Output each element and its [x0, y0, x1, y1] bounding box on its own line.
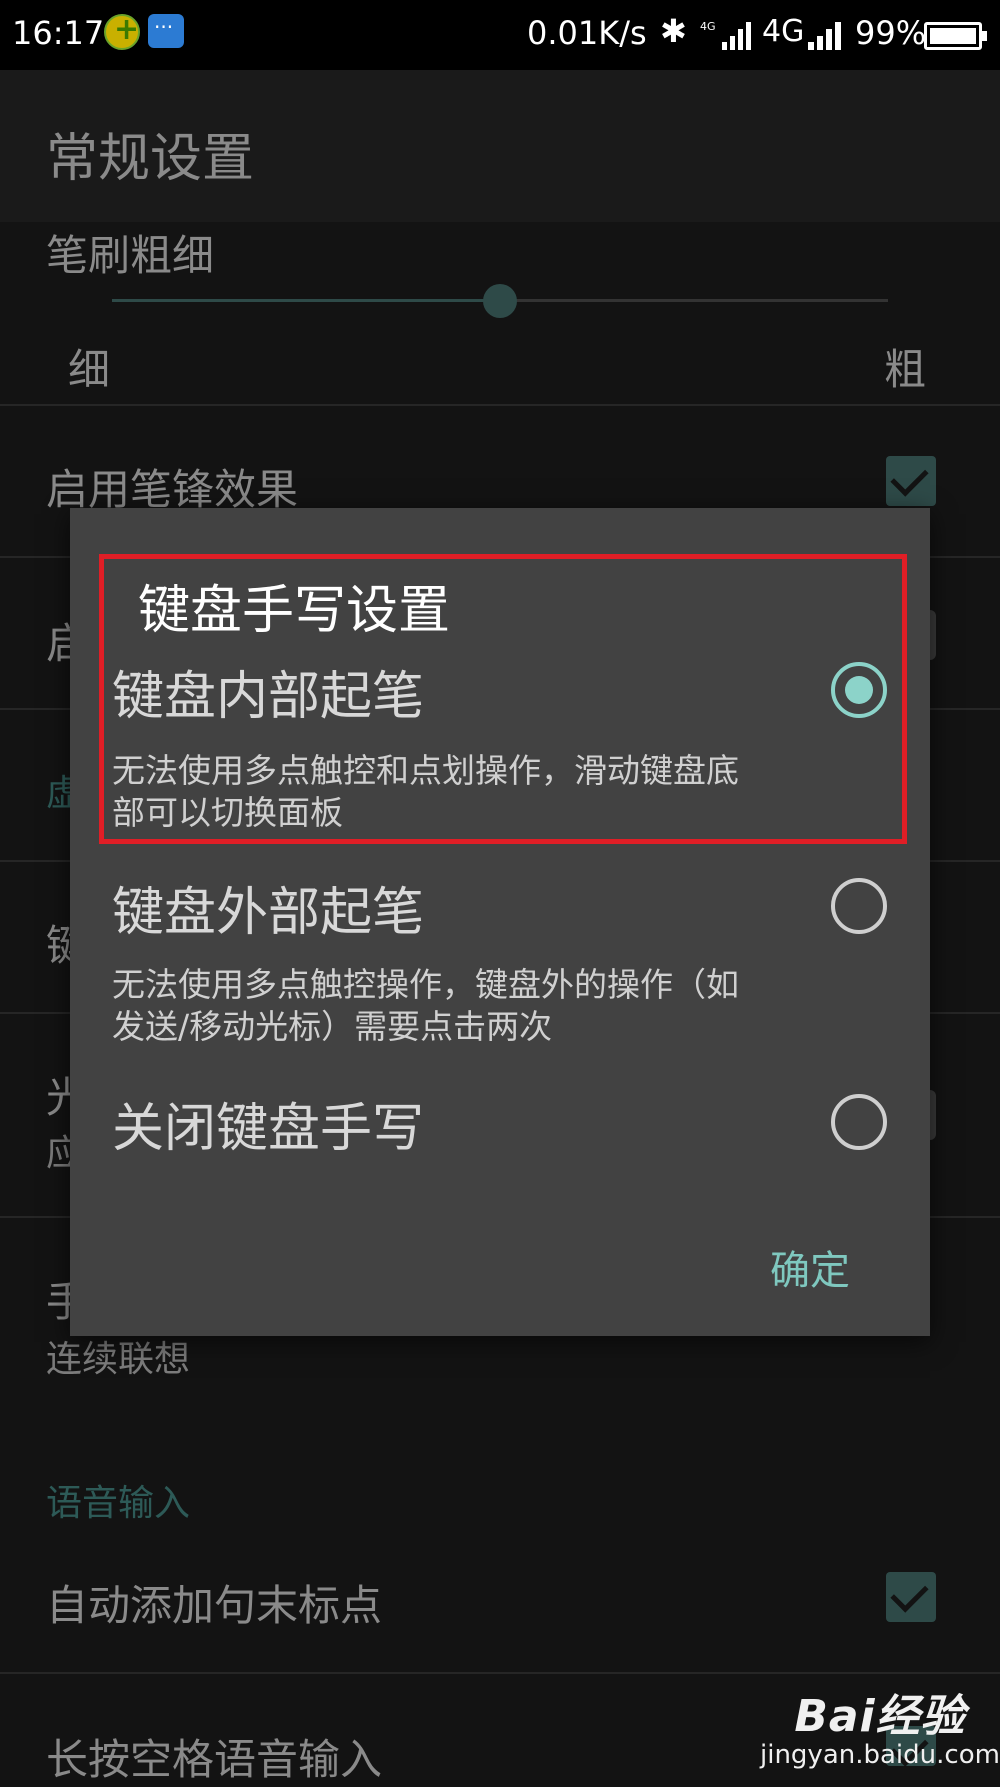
brush-width-slider-track[interactable]: [500, 299, 888, 302]
brush-width-min-label: 细: [68, 345, 111, 394]
radio-unselected-icon[interactable]: [831, 878, 887, 934]
battery-percent: 99%: [855, 14, 927, 52]
baidu-jingyan-watermark: Bai经验 jingyan.baidu.com: [760, 1680, 1000, 1770]
watermark-logo: Bai经验: [794, 1691, 966, 1742]
divider: [0, 1672, 1000, 1674]
status-time: 16:17: [12, 14, 105, 52]
signal-icon: 4G: [700, 20, 751, 50]
option-title: 键盘外部起笔: [112, 883, 425, 943]
watermark-url: jingyan.baidu.com: [760, 1740, 1000, 1770]
auto-punctuation-label: 自动添加句末标点: [46, 1581, 383, 1630]
message-icon: [148, 14, 184, 48]
bluetooth-icon: ✱: [660, 12, 687, 50]
option-title: 关闭键盘手写: [112, 1099, 425, 1159]
voice-input-section-header: 语音输入: [46, 1483, 191, 1524]
pen-tip-checkbox[interactable]: [886, 456, 936, 506]
network-type: 4G: [762, 14, 805, 49]
status-bar: 16:17 0.01K/s ✱ 4G 4G 99%: [0, 0, 1000, 70]
option-description: 无法使用多点触控操作，键盘外的操作（如发送/移动光标）需要点击两次: [112, 965, 739, 1046]
ok-button[interactable]: 确定: [770, 1238, 850, 1296]
app-notification-icon: [104, 12, 140, 50]
highlight-annotation-box: [99, 554, 907, 844]
setting-row-6-sub: 连续联想: [46, 1339, 191, 1380]
network-speed: 0.01K/s: [527, 14, 647, 52]
auto-punctuation-checkbox[interactable]: [886, 1572, 936, 1622]
svg-text:4G: 4G: [700, 20, 716, 33]
battery-icon: [924, 22, 987, 50]
page-title: 常规设置: [46, 129, 255, 189]
brush-width-slider-fill[interactable]: [112, 299, 500, 302]
signal-icon-2: [808, 22, 841, 50]
app-bar: 常规设置: [0, 70, 1000, 222]
divider: [0, 404, 1000, 406]
brush-width-slider-thumb[interactable]: [483, 284, 517, 318]
brush-width-max-label: 粗: [884, 345, 927, 394]
brush-width-label: 笔刷粗细: [46, 231, 215, 280]
radio-unselected-icon[interactable]: [831, 1094, 887, 1150]
